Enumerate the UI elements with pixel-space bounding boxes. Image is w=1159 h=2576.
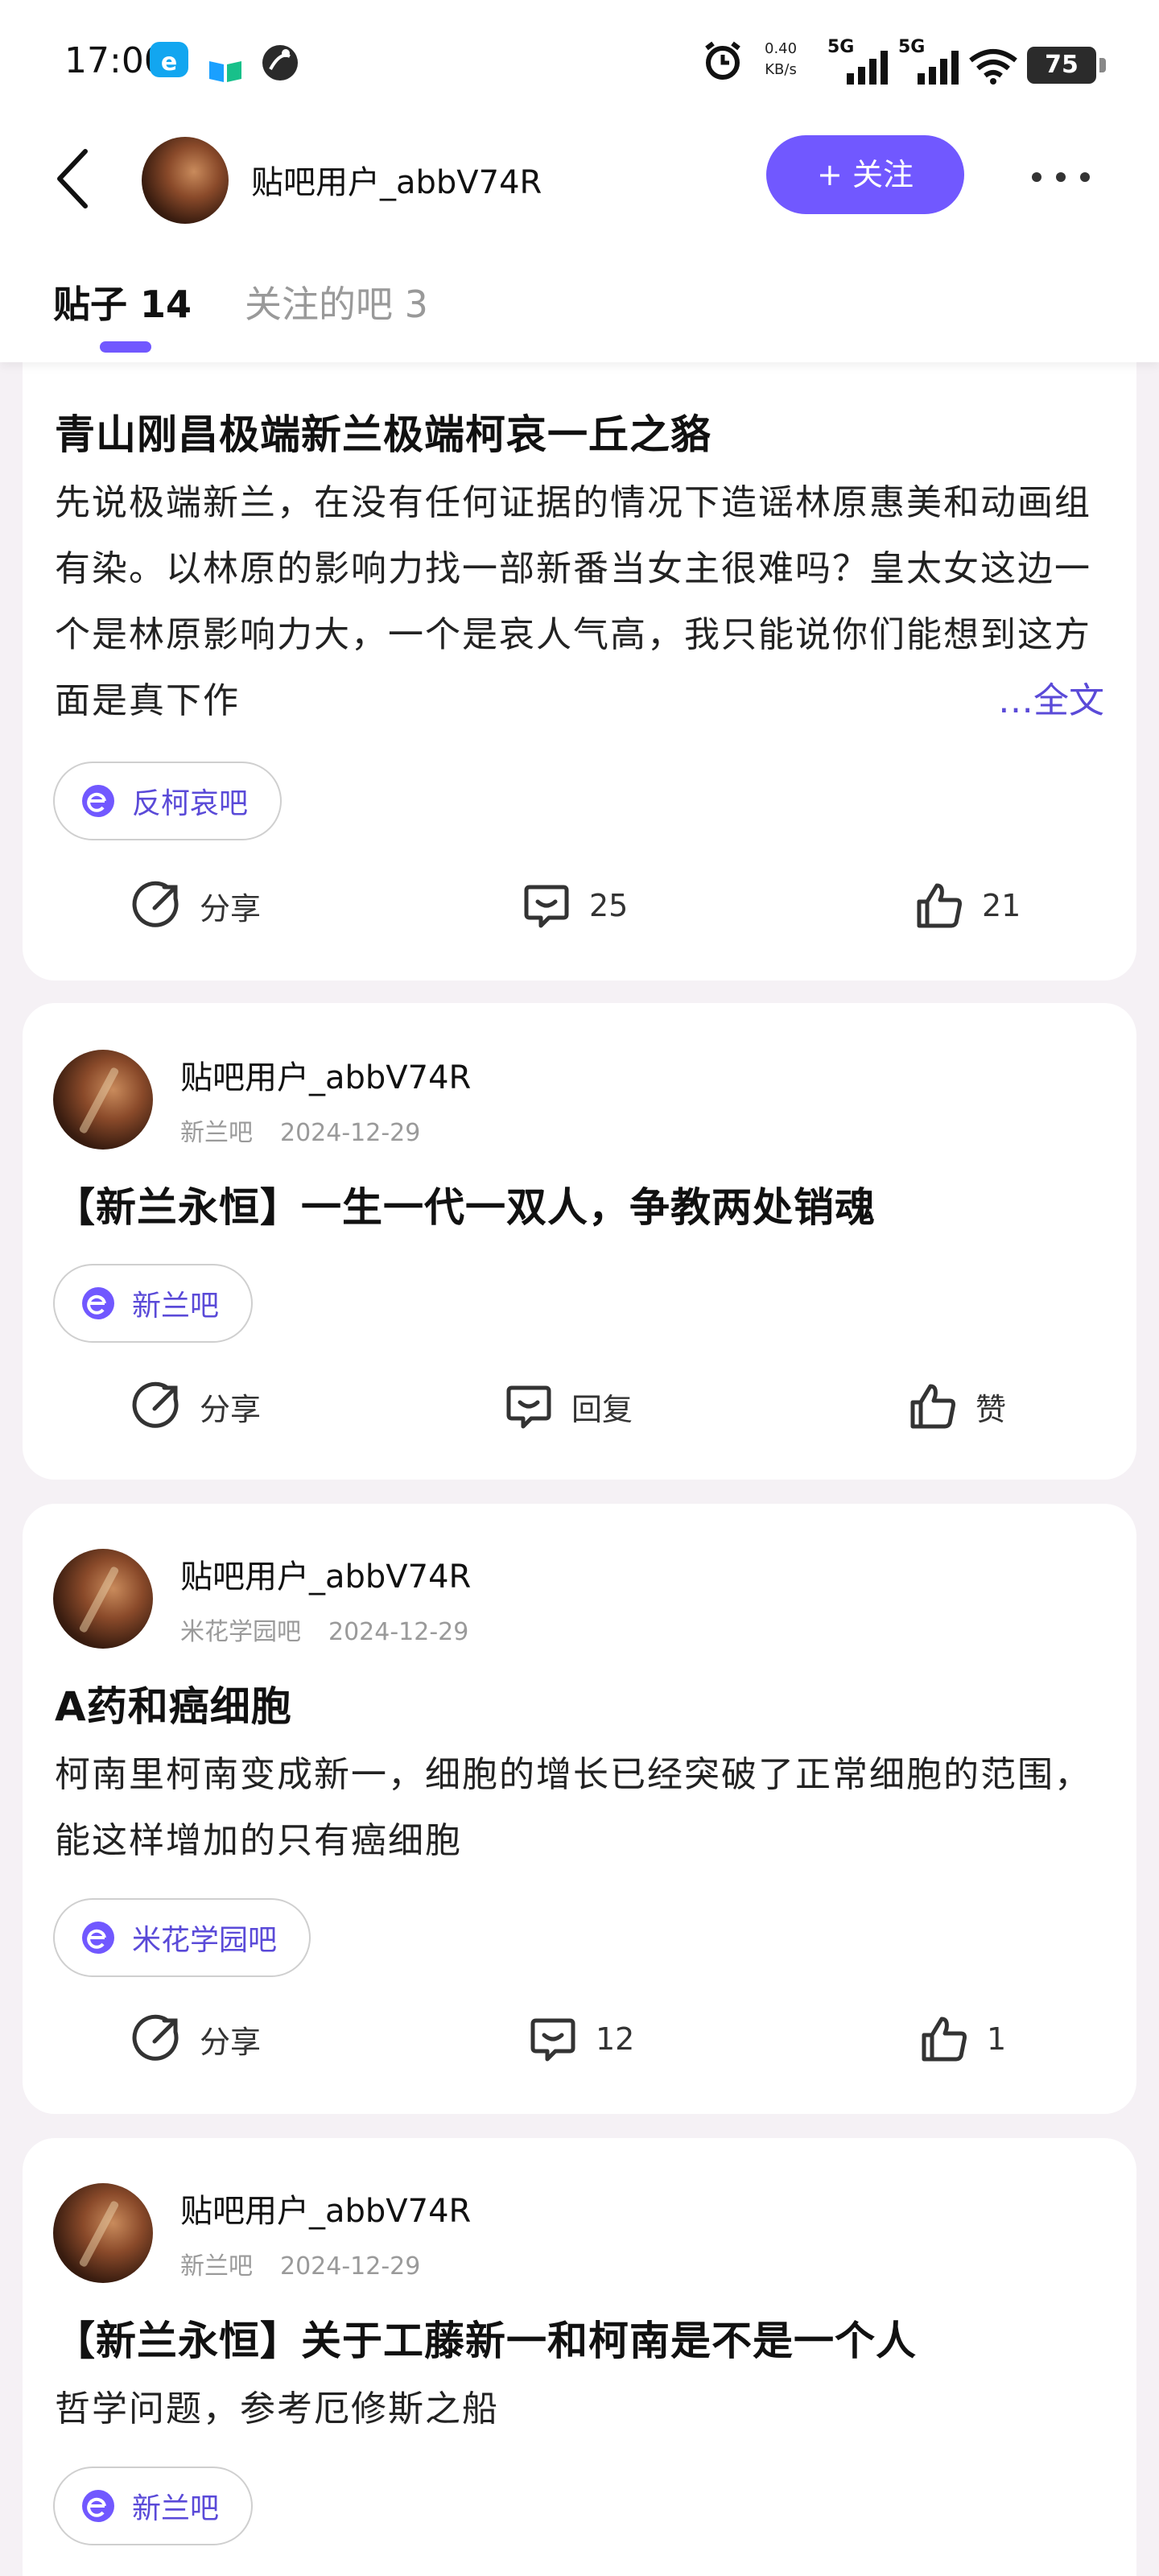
bar-tag[interactable]: 新兰吧 <box>53 2467 254 2545</box>
comment-icon <box>506 1385 551 1429</box>
like-button[interactable]: 赞 <box>908 1370 1006 1443</box>
post-actions: 分享 25 21 <box>23 869 1136 942</box>
cellular-signal-icon <box>847 51 888 85</box>
post-date: 2024-12-29 <box>328 1618 469 1646</box>
share-label: 分享 <box>200 2024 262 2060</box>
post-meta: 新兰吧 2024-12-29 <box>180 1113 420 1148</box>
post-bar-name[interactable]: 新兰吧 <box>180 1119 253 1147</box>
network-rate-unit: KB/s <box>765 61 797 78</box>
wifi-icon <box>969 49 1017 85</box>
tab-posts[interactable]: 贴子 14 <box>53 275 192 328</box>
bar-tag-label: 新兰吧 <box>132 1290 220 1323</box>
like-count: 1 <box>987 2021 1007 2057</box>
share-label: 分享 <box>200 890 262 927</box>
share-icon <box>132 2014 179 2061</box>
bar-tag[interactable]: 米花学园吧 <box>53 1898 311 1977</box>
share-button[interactable]: 分享 <box>132 869 261 942</box>
author-avatar[interactable] <box>53 1549 153 1649</box>
profile-tabs: 贴子 14 关注的吧 3 <box>0 258 1159 362</box>
alarm-icon <box>705 41 740 80</box>
comment-count: 12 <box>596 2021 635 2057</box>
reply-label: 回复 <box>571 1391 633 1427</box>
tab-active-indicator <box>100 341 151 353</box>
header-user-name[interactable]: 贴吧用户_abbV74R <box>251 156 542 203</box>
post-body[interactable]: 哲学问题，参考厄修斯之船 <box>55 2376 1122 2442</box>
thumbs-up-icon <box>922 2017 967 2062</box>
battery-indicator: 75 <box>1027 47 1106 84</box>
ball-icon <box>262 45 298 80</box>
post-title[interactable]: A药和癌细胞 <box>55 1674 1117 1732</box>
author-name[interactable]: 贴吧用户_abbV74R <box>180 2185 471 2231</box>
status-bar: 17:00 e 0.40 KB/s 5G 5G 75 <box>0 0 1159 129</box>
post-meta: 米花学园吧 2024-12-29 <box>180 1612 468 1647</box>
network-rate: 0.40 KB/s <box>765 39 797 80</box>
network-rate-value: 0.40 <box>765 40 798 57</box>
like-label: 赞 <box>975 1391 1007 1427</box>
share-button[interactable]: 分享 <box>132 2003 261 2075</box>
profile-navbar: 贴吧用户_abbV74R + 关注 <box>0 129 1159 225</box>
tab-followed-bars[interactable]: 关注的吧 3 <box>245 275 428 328</box>
top-bar: 17:00 e 0.40 KB/s 5G 5G 75 贴吧用户_abbV74R … <box>0 0 1159 362</box>
author-avatar[interactable] <box>53 1050 153 1150</box>
back-icon[interactable] <box>50 147 98 211</box>
tieba-bar-icon <box>82 1922 114 1954</box>
bar-tag[interactable]: 新兰吧 <box>53 1264 254 1343</box>
comment-button[interactable]: 12 <box>528 2003 634 2075</box>
post-actions: 分享 12 1 <box>23 2003 1136 2075</box>
post-title[interactable]: 青山刚昌极端新兰极端柯哀一丘之貉 <box>55 402 1117 460</box>
comment-count: 25 <box>589 888 629 923</box>
share-label: 分享 <box>200 1391 262 1427</box>
comment-icon <box>530 2018 575 2062</box>
cellular-signal-icon-2 <box>918 51 959 85</box>
bar-tag-label: 米花学园吧 <box>132 1924 278 1957</box>
like-button[interactable]: 1 <box>919 2003 1006 2075</box>
like-button[interactable]: 21 <box>914 869 1021 942</box>
share-icon <box>132 1381 179 1428</box>
tieba-bar-icon <box>82 2490 114 2522</box>
post-card[interactable]: 贴吧用户_abbV74R 米花学园吧 2024-12-29 A药和癌细胞 柯南里柯… <box>23 1504 1136 2114</box>
book-icon <box>209 61 241 82</box>
more-options-icon[interactable] <box>1027 161 1095 193</box>
tieba-bar-icon <box>82 1287 114 1319</box>
author-name[interactable]: 贴吧用户_abbV74R <box>180 1051 471 1098</box>
comment-button[interactable]: 回复 <box>504 1370 633 1443</box>
comment-icon <box>524 885 569 928</box>
post-body[interactable]: 柯南里柯南变成新一，细胞的增长已经突破了正常细胞的范围，能这样增加的只有癌细胞 <box>55 1742 1122 1874</box>
post-bar-name[interactable]: 新兰吧 <box>180 2252 253 2281</box>
thumbs-up-icon <box>917 883 962 928</box>
bar-tag[interactable]: 反柯哀吧 <box>53 762 283 840</box>
post-card[interactable]: 青山刚昌极端新兰极端柯哀一丘之貉 先说极端新兰，在没有任何证据的情况下造谣林原惠… <box>23 306 1136 980</box>
comment-button[interactable]: 25 <box>522 869 628 942</box>
post-date: 2024-12-29 <box>280 2252 421 2281</box>
tieba-bar-icon <box>82 785 114 817</box>
edge-app-icon: e <box>150 42 188 77</box>
post-title[interactable]: 【新兰永恒】关于工藤新一和柯南是不是一个人 <box>55 2309 1117 2367</box>
share-button[interactable]: 分享 <box>132 1370 261 1443</box>
header-avatar[interactable] <box>142 137 229 224</box>
bar-tag-label: 反柯哀吧 <box>132 787 249 820</box>
post-card[interactable]: 贴吧用户_abbV74R 新兰吧 2024-12-29 【新兰永恒】关于工藤新一和… <box>23 2138 1136 2576</box>
post-meta: 新兰吧 2024-12-29 <box>180 2246 420 2281</box>
like-count: 21 <box>982 888 1021 923</box>
post-title[interactable]: 【新兰永恒】一生一代一双人，争教两处销魂 <box>55 1175 1117 1233</box>
thumbs-up-icon <box>910 1384 955 1429</box>
author-avatar[interactable] <box>53 2183 153 2283</box>
post-card[interactable]: 贴吧用户_abbV74R 新兰吧 2024-12-29 【新兰永恒】一生一代一双人… <box>23 1003 1136 1480</box>
follow-button[interactable]: + 关注 <box>766 135 964 214</box>
post-actions: 分享 回复 赞 <box>23 1370 1136 1443</box>
post-bar-name[interactable]: 米花学园吧 <box>180 1618 301 1646</box>
author-name[interactable]: 贴吧用户_abbV74R <box>180 1550 471 1597</box>
post-date: 2024-12-29 <box>280 1119 421 1147</box>
share-icon <box>132 881 179 927</box>
read-more-link[interactable]: …全文 <box>959 668 1104 734</box>
bar-tag-label: 新兰吧 <box>132 2492 220 2525</box>
